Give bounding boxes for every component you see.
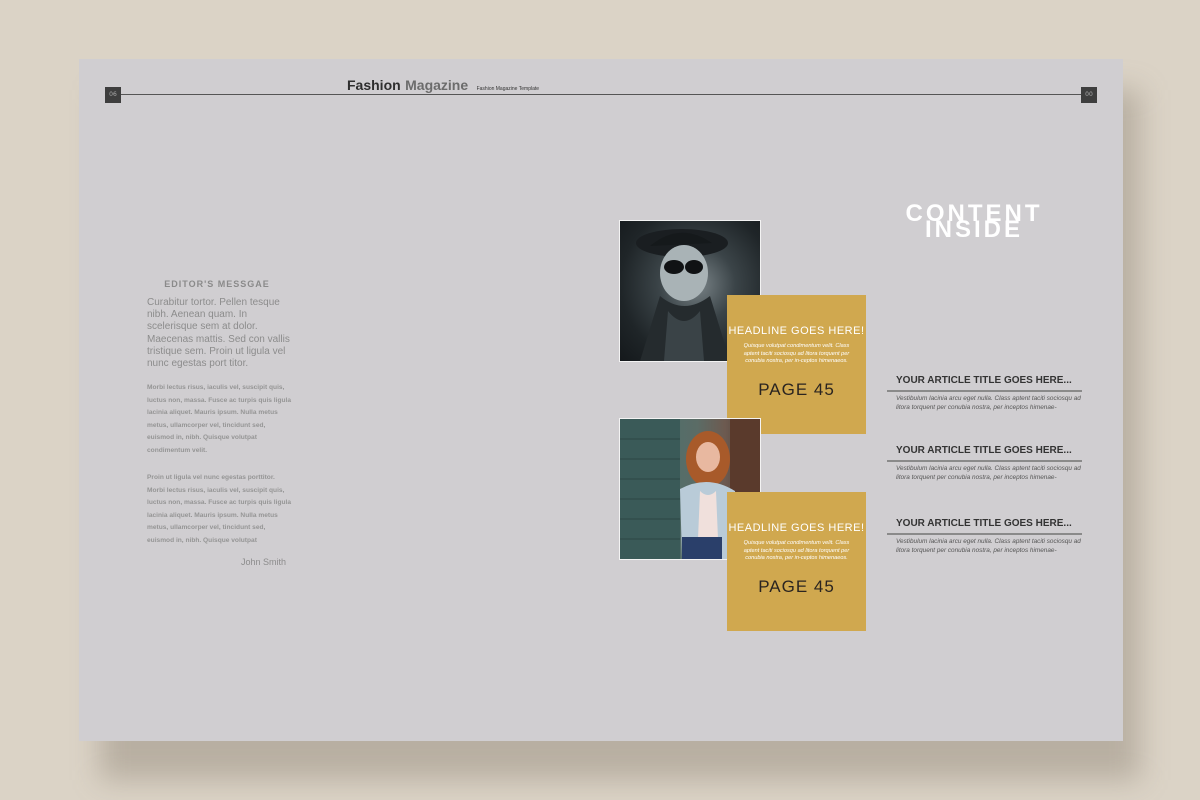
contents-title: CONTENT INSIDE: [884, 202, 1064, 242]
masthead-title-light: Magazine: [405, 77, 469, 93]
article-excerpt: Vestibulum lacinia arcu eget nulla. Clas…: [896, 395, 1081, 411]
editor-body-paragraph-2: Proin ut ligula vel nunc egestas porttit…: [147, 474, 292, 544]
feature-blurb: Quisque volutpat condimentum velit. Clas…: [743, 540, 850, 562]
header-rule: [121, 94, 1081, 95]
magazine-spread: 06 00 Fashion Magazine Fashion Magazine …: [79, 59, 1123, 741]
feature-headline: HEADLINE GOES HERE!: [728, 522, 865, 534]
page-number-right: 00: [1081, 87, 1097, 103]
page-number-left: 06: [105, 87, 121, 103]
feature-headline: HEADLINE GOES HERE!: [728, 325, 865, 337]
feature-page-number: PAGE 45: [758, 379, 835, 399]
article-divider: [887, 460, 1082, 462]
feature-page-number: PAGE 45: [758, 576, 835, 596]
editor-signature: John Smith: [240, 557, 286, 567]
feature-card-1: HEADLINE GOES HERE! Quisque volutpat con…: [727, 295, 866, 434]
article-divider: [887, 533, 1082, 535]
masthead: Fashion Magazine Fashion Magazine Templa…: [347, 77, 539, 95]
article-excerpt: Vestibulum lacinia arcu eget nulla. Clas…: [896, 538, 1081, 554]
editor-body-paragraph-1: Morbi lectus risus, iaculis vel, suscipi…: [147, 384, 292, 454]
article-title: YOUR ARTICLE TITLE GOES HERE...: [896, 518, 1072, 529]
article-excerpt: Vestibulum lacinia arcu eget nulla. Clas…: [896, 465, 1081, 481]
editor-lead-paragraph: Curabitur tortor. Pellen tesque nibh. Ae…: [147, 297, 290, 370]
article-divider: [887, 390, 1082, 392]
article-title: YOUR ARTICLE TITLE GOES HERE...: [896, 445, 1072, 456]
feature-blurb: Quisque volutpat condimentum velit. Clas…: [743, 343, 850, 365]
article-entry[interactable]: YOUR ARTICLE TITLE GOES HERE... Vestibul…: [887, 518, 1082, 555]
masthead-title-bold: Fashion: [347, 77, 401, 93]
article-title: YOUR ARTICLE TITLE GOES HERE...: [896, 375, 1072, 386]
feature-card-2: HEADLINE GOES HERE! Quisque volutpat con…: [727, 492, 866, 631]
masthead-subtitle: Fashion Magazine Template: [476, 86, 540, 92]
article-entry[interactable]: YOUR ARTICLE TITLE GOES HERE... Vestibul…: [887, 375, 1082, 412]
article-entry[interactable]: YOUR ARTICLE TITLE GOES HERE... Vestibul…: [887, 445, 1082, 482]
editor-message-title: EDITOR'S MESSGAE: [164, 279, 270, 289]
